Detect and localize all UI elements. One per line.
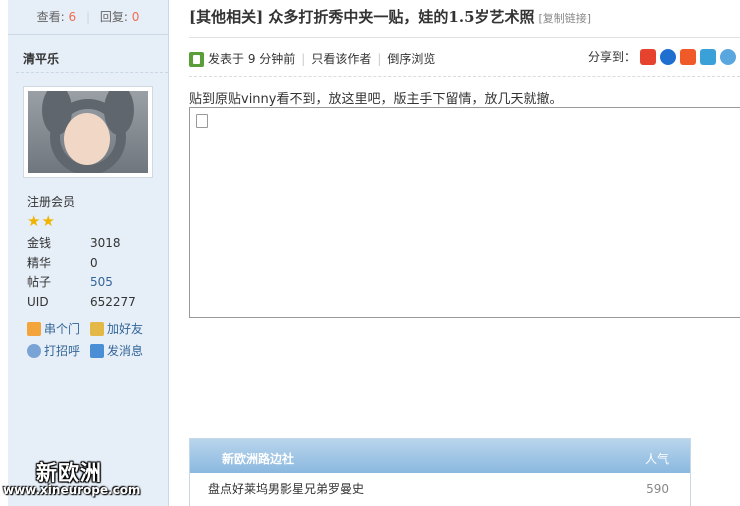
user-actions: 串个门 加好友 打招呼 发消息 xyxy=(27,318,167,362)
copy-link-button[interactable]: [复制链接] xyxy=(539,12,592,25)
greet-button[interactable]: 打招呼 xyxy=(27,340,90,362)
avatar[interactable] xyxy=(23,86,153,178)
kaixin-icon[interactable] xyxy=(720,48,736,65)
info-value: 652277 xyxy=(90,294,136,309)
info-row: 帖子 505 xyxy=(27,273,167,293)
thread-title-text: [其他相关] 众多打折秀中夹一贴，娃的1.5岁艺术照 xyxy=(189,8,535,26)
info-key: UID xyxy=(27,294,49,309)
mail-icon xyxy=(90,344,104,358)
info-value: 3018 xyxy=(90,236,121,250)
post-icon xyxy=(189,51,204,67)
divider xyxy=(189,37,740,38)
post-time: 发表于 9 分钟前 xyxy=(208,52,296,66)
info-key: 精华 xyxy=(27,255,52,270)
send-message-button[interactable]: 发消息 xyxy=(90,340,153,362)
author-name[interactable]: 清平乐 xyxy=(23,50,59,67)
info-row: 金钱 3018 xyxy=(27,234,167,254)
replies-count: 0 xyxy=(131,10,140,24)
meta-divider: | xyxy=(301,52,306,66)
views-count: 6 xyxy=(68,10,77,24)
greet-icon xyxy=(27,344,41,358)
pengyou-icon[interactable] xyxy=(700,48,716,65)
weibo-icon[interactable] xyxy=(640,48,656,65)
qzone-icon[interactable] xyxy=(680,48,696,65)
share-bar: 分享到： xyxy=(588,48,736,65)
info-value: 0 xyxy=(90,255,98,270)
share-label: 分享到： xyxy=(587,50,636,64)
meta-divider: | xyxy=(377,52,382,66)
user-level[interactable]: 注册会员 xyxy=(27,193,75,210)
replies-label: 回复: xyxy=(99,10,128,24)
divider xyxy=(16,72,168,73)
level-stars-icon: ★★ xyxy=(27,212,56,230)
views-label: 查看: xyxy=(36,10,65,24)
broken-image-icon xyxy=(196,114,208,128)
list-item[interactable]: 盘点好莱坞男影星兄弟罗曼史 590 xyxy=(190,473,690,505)
visit-button[interactable]: 串个门 xyxy=(27,318,90,340)
thread-stats: 查看: 6 | 回复: 0 xyxy=(8,0,168,35)
info-row: UID 652277 xyxy=(27,293,167,313)
watermark-url: www.xineurope.com xyxy=(3,483,141,497)
post-content: 贴到原贴vinny看不到，放这里吧，版主手下留情，放几天就撤。 xyxy=(189,92,563,107)
handshake-icon xyxy=(90,322,104,336)
renren-icon[interactable] xyxy=(660,48,676,65)
hot-list-header: 新欧洲路边社 人气 xyxy=(190,439,690,473)
hot-item-count: 590 xyxy=(646,482,669,496)
user-info: 金钱 3018 精华 0 帖子 505 UID 652277 xyxy=(27,234,167,312)
info-key: 帖子 xyxy=(27,275,52,289)
home-icon xyxy=(27,322,41,336)
info-key: 金钱 xyxy=(27,236,52,250)
thread-title: [其他相关] 众多打折秀中夹一贴，娃的1.5岁艺术照 [复制链接] xyxy=(189,6,591,27)
reverse-order-link[interactable]: 倒序浏览 xyxy=(387,50,435,68)
info-row: 精华 0 xyxy=(27,254,167,274)
divider xyxy=(189,76,740,77)
hot-list-panel: 新欧洲路边社 人气 盘点好莱坞男影星兄弟罗曼史 590 xyxy=(189,438,691,506)
hot-item-title[interactable]: 盘点好莱坞男影星兄弟罗曼史 xyxy=(208,473,364,505)
author-sidebar: 查看: 6 | 回复: 0 清平乐 注册会员 ★★ 金钱 3018 精华 0 帖… xyxy=(8,0,169,506)
embedded-media-frame[interactable] xyxy=(189,107,740,318)
avatar-image xyxy=(28,91,148,173)
stats-divider: | xyxy=(85,10,91,24)
add-friend-button[interactable]: 加好友 xyxy=(90,318,153,340)
post-meta: 发表于 9 分钟前 | 只看该作者 | 倒序浏览 xyxy=(189,50,435,68)
only-author-link[interactable]: 只看该作者 xyxy=(311,50,371,68)
site-watermark: 新欧洲 www.xineurope.com xyxy=(0,455,150,506)
posts-count-link[interactable]: 505 xyxy=(90,273,113,293)
